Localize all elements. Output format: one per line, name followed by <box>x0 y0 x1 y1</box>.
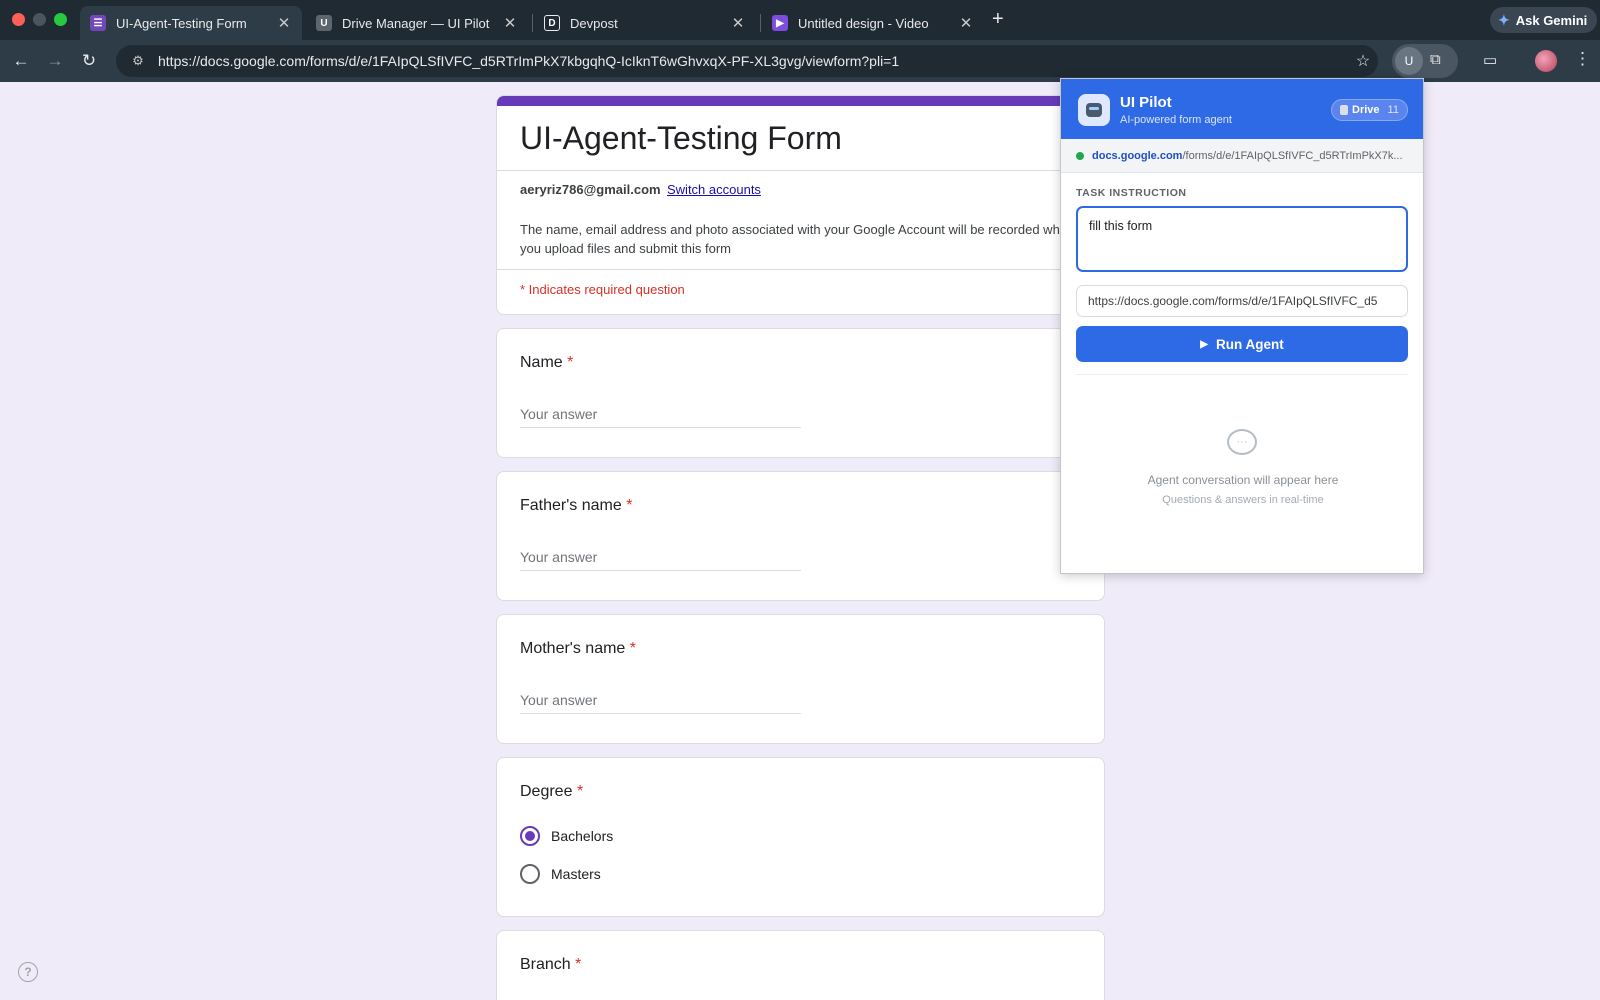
browser-toolbar: ← → ↻ ⚙ https://docs.google.com/forms/d/… <box>0 40 1600 82</box>
tab-untitled-design-video[interactable]: ▶ Untitled design - Video ✕ <box>762 6 984 40</box>
required-asterisk: * <box>626 497 633 514</box>
required-asterisk: * <box>629 640 637 657</box>
new-tab-button[interactable]: + <box>992 8 1004 31</box>
empty-conversation-title: Agent conversation will appear here <box>1147 473 1339 487</box>
question-title: Name * <box>520 354 574 371</box>
question-card-name: Name * Your answer <box>496 328 1105 458</box>
extension-name: UI Pilot <box>1120 94 1172 111</box>
switch-accounts-link[interactable]: Switch accounts <box>667 182 761 197</box>
close-window-button[interactable] <box>12 13 25 26</box>
close-tab-icon[interactable]: ✕ <box>276 14 292 32</box>
menu-kebab-icon[interactable]: ⋮ <box>1574 49 1591 69</box>
site-path: /forms/d/e/1FAIpQLSfIVFC_d5RTrImPkX7k... <box>1182 149 1403 162</box>
devpost-favicon: D <box>544 15 560 31</box>
browser-tab-bar: ☰ UI-Agent-Testing Form ✕ U Drive Manage… <box>0 0 1600 40</box>
close-tab-icon[interactable]: ✕ <box>958 14 974 32</box>
empty-conversation-subtitle: Questions & answers in real-time <box>1162 494 1324 506</box>
account-notice: The name, email address and photo associ… <box>520 222 1075 256</box>
ui-pilot-popup: UI Pilot AI-powered form agent Drive 11 … <box>1060 78 1424 574</box>
bookmark-star-icon[interactable]: ☆ <box>1348 51 1378 71</box>
status-dot-icon <box>1076 151 1084 160</box>
question-title: Mother's name * <box>520 640 637 657</box>
radio-unselected-icon[interactable] <box>520 864 540 884</box>
drive-badge[interactable]: Drive 11 <box>1331 99 1408 121</box>
video-icon: ▶ <box>772 15 788 31</box>
tab-title: Drive Manager — UI Pilot <box>342 15 490 31</box>
target-url-input[interactable]: https://docs.google.com/forms/d/e/1FAIpQ… <box>1076 285 1408 317</box>
current-site-bar: docs.google.com /forms/d/e/1FAIpQLSfIVFC… <box>1061 139 1423 173</box>
form-accent-band <box>497 96 1104 106</box>
name-input[interactable]: Your answer <box>520 406 801 428</box>
reload-icon[interactable]: ↻ <box>76 48 102 74</box>
extensions-group: U ⧉ <box>1392 44 1458 78</box>
forms-icon: ☰ <box>90 15 106 31</box>
tab-separator <box>760 14 761 32</box>
ui-pilot-favicon: U <box>316 15 332 31</box>
ask-gemini-label: Ask Gemini <box>1515 12 1588 28</box>
close-tab-icon[interactable]: ✕ <box>502 14 518 32</box>
tab-title: Devpost <box>570 15 618 31</box>
back-icon[interactable]: ← <box>8 48 34 74</box>
question-card-branch: Branch * <box>496 930 1105 1000</box>
zoom-window-button[interactable] <box>54 13 67 26</box>
divider <box>1076 374 1408 375</box>
radio-label: Masters <box>551 866 601 882</box>
radio-option-bachelors[interactable]: Bachelors <box>520 826 613 846</box>
extension-subtitle: AI-powered form agent <box>1120 114 1232 126</box>
required-asterisk: * <box>576 783 584 800</box>
divider <box>497 170 1104 171</box>
drive-badge-count: 11 <box>1387 104 1399 116</box>
question-title: Degree * <box>520 783 584 800</box>
required-note: * Indicates required question <box>520 282 685 297</box>
divider <box>497 269 1104 270</box>
close-tab-icon[interactable]: ✕ <box>730 14 746 32</box>
drive-badge-label: Drive <box>1352 104 1380 116</box>
address-bar[interactable]: ⚙ https://docs.google.com/forms/d/e/1FAI… <box>116 45 1378 77</box>
help-icon[interactable]: ? <box>18 962 38 982</box>
play-icon: ▶ <box>1200 338 1208 350</box>
question-card-fathers-name: Father's name * Your answer <box>496 471 1105 601</box>
extensions-puzzle-icon[interactable]: ⧉ <box>1430 51 1441 68</box>
radio-label: Bachelors <box>551 828 614 844</box>
gemini-sparkle-icon: ✦ <box>1498 11 1510 28</box>
run-agent-button[interactable]: ▶ Run Agent <box>1076 326 1408 362</box>
site-domain: docs.google.com <box>1092 149 1183 162</box>
tab-devpost[interactable]: D Devpost ✕ <box>534 6 756 40</box>
tab-title: Untitled design - Video <box>798 15 929 31</box>
tab-drive-manager[interactable]: U Drive Manager — UI Pilot ✕ <box>306 6 528 40</box>
forward-icon[interactable]: → <box>42 48 68 74</box>
tab-ui-agent-testing-form[interactable]: ☰ UI-Agent-Testing Form ✕ <box>80 6 302 40</box>
tab-separator <box>532 14 533 32</box>
popup-header: UI Pilot AI-powered form agent Drive 11 <box>1061 79 1423 139</box>
account-email: aeryriz786@gmail.com <box>520 182 661 197</box>
run-agent-label: Run Agent <box>1215 336 1284 352</box>
chat-bubble-icon: ··· <box>1227 429 1257 455</box>
robot-icon <box>1078 94 1110 126</box>
task-instruction-label: TASK INSTRUCTION <box>1076 187 1187 199</box>
drive-icon <box>1340 105 1348 115</box>
radio-selected-icon[interactable] <box>520 826 540 846</box>
tab-title: UI-Agent-Testing Form <box>116 15 247 31</box>
form-header-card: UI-Agent-Testing Form aeryriz786@gmail.c… <box>496 95 1105 315</box>
question-card-mothers-name: Mother's name * Your answer <box>496 614 1105 744</box>
form-title: UI-Agent-Testing Form <box>520 120 842 156</box>
address-bar-url[interactable]: https://docs.google.com/forms/d/e/1FAIpQ… <box>158 53 1348 69</box>
mothers-name-input[interactable]: Your answer <box>520 692 801 714</box>
question-title: Branch * <box>520 956 582 973</box>
radio-option-masters[interactable]: Masters <box>520 864 601 884</box>
profile-avatar[interactable] <box>1535 50 1557 72</box>
ui-pilot-extension-icon[interactable]: U <box>1395 47 1423 75</box>
task-instruction-input[interactable]: fill this form <box>1076 206 1408 272</box>
required-asterisk: * <box>567 354 574 371</box>
fathers-name-input[interactable]: Your answer <box>520 549 801 571</box>
ask-gemini-button[interactable]: ✦ Ask Gemini <box>1490 7 1598 33</box>
tab-search-icon[interactable]: ▭ <box>1483 51 1497 69</box>
required-asterisk: * <box>575 956 582 973</box>
question-title: Father's name * <box>520 497 633 514</box>
question-card-degree: Degree * Bachelors Masters <box>496 757 1105 917</box>
site-settings-icon[interactable]: ⚙ <box>124 53 152 69</box>
minimize-window-button[interactable] <box>33 13 46 26</box>
